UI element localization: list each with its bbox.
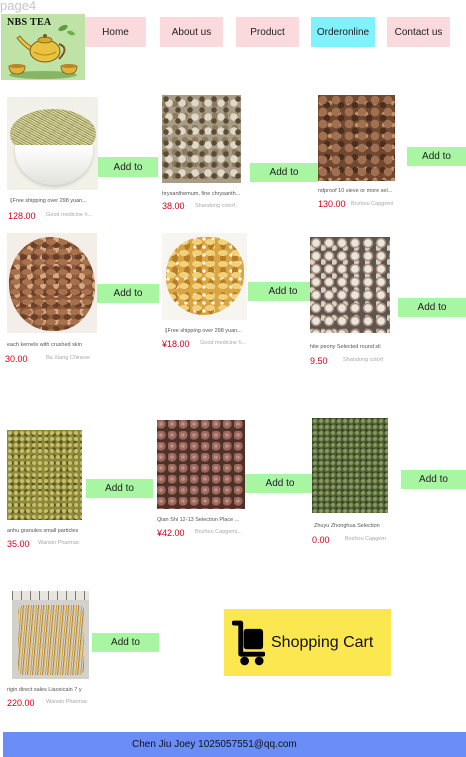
nav-home[interactable]: Home xyxy=(85,17,146,47)
product-title[interactable]: ndproof 10 sieve or more sel... xyxy=(318,188,395,195)
product-image[interactable] xyxy=(7,97,98,190)
add-to-cart-button[interactable]: Add to xyxy=(98,157,158,177)
product-seller[interactable]: Wanxin Pharmac xyxy=(46,699,90,706)
add-to-cart-button[interactable]: Add to xyxy=(401,470,466,489)
product-image[interactable] xyxy=(312,418,388,513)
product-image[interactable] xyxy=(162,95,241,183)
product-title[interactable]: anhu granules small particles xyxy=(7,528,83,535)
product-title[interactable]: hite peony Selected round sli xyxy=(310,344,390,351)
shopping-cart-button[interactable]: Shopping Cart xyxy=(224,609,391,676)
product-image[interactable] xyxy=(12,591,89,679)
product-title[interactable]: 【Free shipping over 298 yuan... xyxy=(7,198,97,205)
footer-contact: Chen Jiu Joey 1025057551@qq.com xyxy=(132,739,297,750)
add-to-cart-button[interactable]: Add to xyxy=(398,298,466,317)
product-price: 130.00 xyxy=(318,199,346,209)
product-price: 0.00 xyxy=(312,535,330,545)
product-price: 9.50 xyxy=(310,356,328,366)
product-image[interactable] xyxy=(157,420,245,509)
product-seller[interactable]: Ba Xiang Chinese xyxy=(46,355,98,362)
product-title[interactable]: 【Free shipping over 298 yuan... xyxy=(162,328,247,335)
product-title[interactable]: each kernels with crushed skin xyxy=(7,342,96,349)
nav-about-us[interactable]: About us xyxy=(160,17,223,47)
add-to-cart-button[interactable]: Add to xyxy=(245,474,315,493)
product-price: ¥42.00 xyxy=(157,528,185,538)
product-price: 35.00 xyxy=(7,539,30,549)
product-seller[interactable]: Good medicine h... xyxy=(200,340,247,347)
add-to-cart-button[interactable]: Add to xyxy=(92,633,159,652)
footer: Chen Jiu Joey 1025057551@qq.com xyxy=(3,732,466,757)
product-title[interactable]: rigin direct sales Liaoxicain 7 y xyxy=(7,687,92,694)
add-to-cart-button[interactable]: Add to xyxy=(250,163,318,182)
product-image[interactable] xyxy=(162,233,247,320)
nav-contact-us[interactable]: Contact us xyxy=(387,17,450,47)
product-price: 220.00 xyxy=(7,698,35,708)
page-title: page4 xyxy=(0,0,37,13)
product-seller[interactable]: Bozhou Capgemi xyxy=(351,201,395,208)
product-title[interactable]: hrysanthemum, fine chrysanth... xyxy=(162,191,241,198)
logo-text: NBS TEA xyxy=(7,17,52,28)
product-title[interactable]: Qian Shi 12-13 Selection Place ... xyxy=(157,517,244,524)
add-to-cart-button[interactable]: Add to xyxy=(407,147,466,166)
product-seller[interactable]: Bozhou Capgem xyxy=(345,536,388,543)
product-seller[interactable]: Bozhou Capgemi... xyxy=(195,529,245,536)
product-seller[interactable]: Shandong colorf xyxy=(343,357,390,364)
product-image[interactable] xyxy=(310,237,390,333)
product-price: 128.00 xyxy=(8,211,36,221)
site-logo: NBS TEA xyxy=(1,14,85,80)
product-seller[interactable]: Good medicine h... xyxy=(46,212,98,219)
product-image[interactable] xyxy=(7,233,97,333)
product-price: ¥18.00 xyxy=(162,339,190,349)
nav-product[interactable]: Product xyxy=(236,17,299,47)
product-seller[interactable]: Wanxin Pharmac xyxy=(38,540,83,547)
shopping-cart-icon xyxy=(232,620,265,666)
add-to-cart-button[interactable]: Add to xyxy=(248,282,318,301)
product-image[interactable] xyxy=(318,95,395,181)
product-price: 30.00 xyxy=(5,354,28,364)
product-seller[interactable]: Shandong colorf.. xyxy=(195,203,241,210)
add-to-cart-button[interactable]: Add to xyxy=(86,479,153,498)
nav-orderonline[interactable]: Orderonline xyxy=(311,17,375,47)
product-title[interactable]: Zhuyu Zhonghua Selection xyxy=(314,523,390,530)
shopping-cart-label: Shopping Cart xyxy=(271,634,374,651)
add-to-cart-button[interactable]: Add to xyxy=(97,284,159,303)
product-price: 38.00 xyxy=(162,201,185,211)
product-image[interactable] xyxy=(7,430,82,520)
